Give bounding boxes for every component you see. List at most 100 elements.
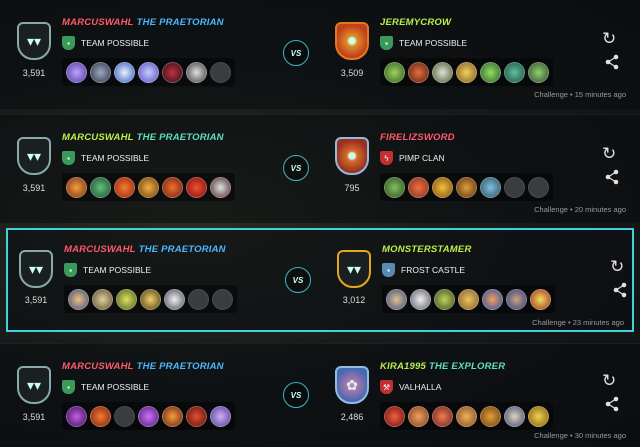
- guild-name[interactable]: TEAM POSSIBLE: [81, 38, 149, 48]
- guild[interactable]: ▪ TEAM POSSIBLE: [62, 380, 149, 394]
- replay-icon[interactable]: ↻: [602, 372, 616, 389]
- player-avatar[interactable]: ✿: [332, 366, 372, 408]
- player-avatar[interactable]: ▾▾: [16, 250, 56, 292]
- player-name-line[interactable]: MARCUSWAHL THE PRAETORIAN: [64, 244, 226, 255]
- guild-name[interactable]: VALHALLA: [399, 382, 441, 392]
- guild[interactable]: ϟ PIMP CLAN: [380, 151, 445, 165]
- card[interactable]: [116, 288, 137, 310]
- player-avatar[interactable]: ▾▾: [14, 366, 54, 408]
- card[interactable]: [90, 61, 111, 83]
- guild[interactable]: ⚒ VALHALLA: [380, 380, 441, 394]
- card[interactable]: [504, 61, 525, 83]
- guild[interactable]: ▪ TEAM POSSIBLE: [62, 151, 149, 165]
- replay-icon[interactable]: ↻: [602, 30, 616, 47]
- battle-row[interactable]: ▾▾ 3,591 MARCUSWAHL THE PRAETORIAN ▪ TEAM…: [0, 343, 640, 447]
- guild[interactable]: ▪ TEAM POSSIBLE: [380, 36, 467, 50]
- card[interactable]: [68, 288, 89, 310]
- card[interactable]: [432, 61, 453, 83]
- card[interactable]: [210, 405, 231, 427]
- card[interactable]: [384, 176, 405, 198]
- card[interactable]: [66, 176, 87, 198]
- player-name[interactable]: JEREMYCROW: [380, 17, 451, 28]
- player-name-line[interactable]: MARCUSWAHL THE PRAETORIAN: [62, 132, 224, 143]
- player-name[interactable]: MARCUSWAHL: [62, 17, 134, 28]
- card[interactable]: [162, 61, 183, 83]
- card[interactable]: [456, 405, 477, 427]
- card[interactable]: [384, 61, 405, 83]
- guild[interactable]: ▪ TEAM POSSIBLE: [62, 36, 149, 50]
- player-name[interactable]: MARCUSWAHL: [62, 132, 134, 143]
- replay-icon[interactable]: ↻: [602, 145, 616, 162]
- guild[interactable]: ▪ TEAM POSSIBLE: [64, 263, 151, 277]
- card[interactable]: [138, 61, 159, 83]
- player-name[interactable]: MARCUSWAHL: [64, 244, 136, 255]
- card[interactable]: [480, 405, 501, 427]
- battle-row[interactable]: ▾▾ 3,591 MARCUSWAHL THE PRAETORIAN ▪ TEAM…: [0, 0, 640, 109]
- card[interactable]: [66, 61, 87, 83]
- player-avatar[interactable]: ▾▾: [334, 250, 374, 292]
- player-name[interactable]: MARCUSWAHL: [62, 361, 134, 372]
- card[interactable]: [458, 288, 479, 310]
- share-icon[interactable]: [612, 282, 628, 298]
- card[interactable]: [162, 405, 183, 427]
- player-name-line[interactable]: MARCUSWAHL THE PRAETORIAN: [62, 361, 224, 372]
- player-name[interactable]: MONSTERSTAMER: [382, 244, 472, 255]
- player-name-line[interactable]: KIRA1995 THE EXPLORER: [380, 361, 505, 372]
- battle-row[interactable]: ▾▾ 3,591 MARCUSWAHL THE PRAETORIAN ▪ TEAM…: [0, 114, 640, 223]
- card[interactable]: [162, 176, 183, 198]
- card[interactable]: [140, 288, 161, 310]
- card[interactable]: [114, 61, 135, 83]
- card[interactable]: [456, 61, 477, 83]
- player-name-line[interactable]: JEREMYCROW: [380, 17, 451, 28]
- player-name[interactable]: KIRA1995: [380, 361, 426, 372]
- card[interactable]: [186, 61, 207, 83]
- share-icon[interactable]: [604, 54, 620, 70]
- player-avatar[interactable]: ▾▾: [14, 137, 54, 179]
- player-name-line[interactable]: MONSTERSTAMER: [382, 244, 472, 255]
- player-name-line[interactable]: MARCUSWAHL THE PRAETORIAN: [62, 17, 224, 28]
- card[interactable]: [408, 176, 429, 198]
- card[interactable]: [410, 288, 431, 310]
- player-name-line[interactable]: FIRELIZSWORD: [380, 132, 455, 143]
- card[interactable]: [434, 288, 455, 310]
- card[interactable]: [480, 61, 501, 83]
- guild[interactable]: ▪ FROST CASTLE: [382, 263, 465, 277]
- player-avatar[interactable]: ✹: [332, 137, 372, 179]
- card[interactable]: [90, 176, 111, 198]
- card[interactable]: [386, 288, 407, 310]
- card[interactable]: [164, 288, 185, 310]
- guild-name[interactable]: PIMP CLAN: [399, 153, 445, 163]
- card[interactable]: [210, 176, 231, 198]
- card[interactable]: [186, 176, 207, 198]
- share-icon[interactable]: [604, 169, 620, 185]
- card[interactable]: [506, 288, 527, 310]
- guild-name[interactable]: FROST CASTLE: [401, 265, 465, 275]
- card[interactable]: [528, 61, 549, 83]
- card[interactable]: [480, 176, 501, 198]
- battle-row-selected[interactable]: ▾▾ 3,591 MARCUSWAHL THE PRAETORIAN ▪ TEAM…: [6, 228, 634, 332]
- player-avatar[interactable]: ✹: [332, 22, 372, 64]
- card[interactable]: [432, 176, 453, 198]
- card[interactable]: [114, 176, 135, 198]
- guild-name[interactable]: TEAM POSSIBLE: [83, 265, 151, 275]
- card[interactable]: [66, 405, 87, 427]
- card[interactable]: [186, 405, 207, 427]
- card[interactable]: [408, 405, 429, 427]
- player-avatar[interactable]: ▾▾: [14, 22, 54, 64]
- card[interactable]: [432, 405, 453, 427]
- card[interactable]: [138, 405, 159, 427]
- share-icon[interactable]: [604, 396, 620, 412]
- card[interactable]: [504, 405, 525, 427]
- guild-name[interactable]: TEAM POSSIBLE: [399, 38, 467, 48]
- card[interactable]: [90, 405, 111, 427]
- card[interactable]: [530, 288, 551, 310]
- card[interactable]: [482, 288, 503, 310]
- card[interactable]: [92, 288, 113, 310]
- card[interactable]: [408, 61, 429, 83]
- replay-icon[interactable]: ↻: [610, 258, 624, 275]
- card[interactable]: [528, 405, 549, 427]
- player-name[interactable]: FIRELIZSWORD: [380, 132, 455, 143]
- guild-name[interactable]: TEAM POSSIBLE: [81, 153, 149, 163]
- card[interactable]: [384, 405, 405, 427]
- card[interactable]: [456, 176, 477, 198]
